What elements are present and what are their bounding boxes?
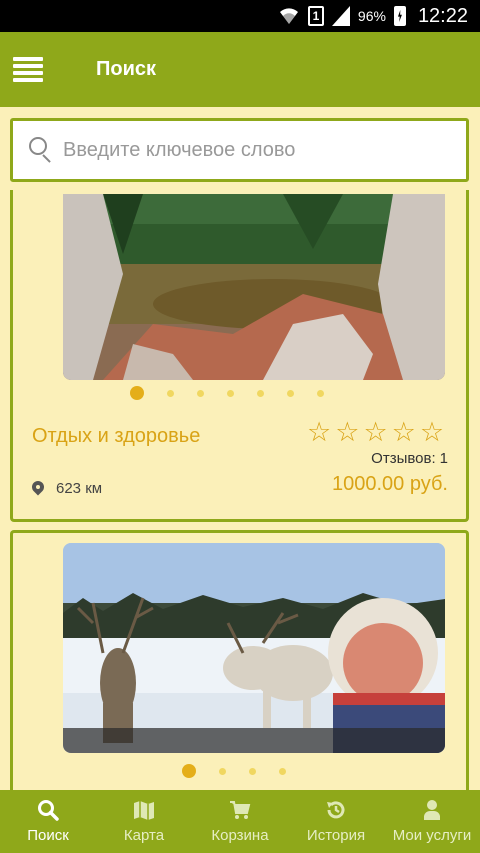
star-outline-icon: ☆	[307, 417, 332, 447]
card-title[interactable]: Отдых и здоровье	[32, 425, 200, 448]
battery-percent: 96%	[357, 8, 386, 24]
wifi-icon	[278, 6, 300, 26]
nav-item-cart[interactable]: Корзина	[192, 790, 288, 853]
card-photo[interactable]	[63, 194, 445, 380]
star-outline-icon: ☆	[391, 417, 416, 447]
bottom-nav: Поиск Карта Корзина История Мои услуги	[0, 790, 480, 853]
reviews-count: Отзывов: 1	[367, 450, 448, 467]
sim-icon: 1	[307, 6, 324, 26]
search-input[interactable]	[63, 138, 443, 162]
carousel-dot[interactable]	[197, 389, 204, 397]
nav-label: Поиск	[27, 827, 69, 844]
carousel-indicator[interactable]	[130, 386, 324, 400]
carousel-dot[interactable]	[219, 767, 226, 775]
map-icon	[132, 799, 156, 821]
nav-label: История	[306, 827, 366, 844]
carousel-dot[interactable]	[317, 389, 324, 397]
nav-item-history[interactable]: История	[288, 790, 384, 853]
reviews-number: 1	[439, 450, 448, 467]
rating-stars: ☆ ☆ ☆ ☆ ☆	[307, 419, 444, 446]
battery-icon	[393, 6, 406, 26]
menu-icon[interactable]	[13, 56, 43, 83]
reviews-label: Отзывов:	[371, 450, 436, 467]
star-outline-icon: ☆	[363, 417, 388, 447]
history-icon	[324, 799, 348, 821]
nav-item-map[interactable]: Карта	[96, 790, 192, 853]
star-outline-icon: ☆	[335, 417, 360, 447]
carousel-dot[interactable]	[287, 389, 294, 397]
nav-item-my-services[interactable]: Мои услуги	[384, 790, 480, 853]
nav-label: Мои услуги	[392, 827, 472, 844]
cart-icon	[228, 799, 252, 821]
carousel-dot[interactable]	[249, 767, 256, 775]
carousel-dot[interactable]	[167, 389, 174, 397]
carousel-dot[interactable]	[227, 389, 234, 397]
carousel-dot[interactable]	[182, 764, 196, 778]
search-icon	[27, 135, 57, 165]
carousel-dot[interactable]	[130, 386, 144, 400]
page-title: Поиск	[96, 58, 157, 80]
nav-item-search[interactable]: Поиск	[0, 790, 96, 853]
signal-icon	[331, 6, 350, 26]
app-bar: Поиск	[0, 32, 480, 107]
search-icon	[36, 799, 60, 821]
user-icon	[420, 799, 444, 821]
search-bar	[10, 118, 469, 182]
distance: 623 км	[32, 480, 102, 497]
star-outline-icon: ☆	[419, 417, 445, 447]
distance-value: 623 км	[56, 480, 103, 497]
carousel-dot[interactable]	[257, 389, 264, 397]
clock: 12:22	[417, 4, 468, 27]
location-pin-icon	[32, 481, 44, 497]
nav-label: Корзина	[211, 827, 269, 844]
carousel-indicator[interactable]	[182, 764, 286, 778]
service-card[interactable]	[10, 530, 469, 830]
nav-label: Карта	[123, 827, 165, 844]
service-card[interactable]: Отдых и здоровье ☆ ☆ ☆ ☆ ☆ Отзывов: 1 623…	[10, 190, 469, 522]
price: 1000.00 руб.	[332, 473, 448, 495]
status-bar: 1 96% 12:22	[0, 0, 480, 32]
carousel-dot[interactable]	[279, 767, 286, 775]
card-photo[interactable]	[63, 543, 445, 753]
